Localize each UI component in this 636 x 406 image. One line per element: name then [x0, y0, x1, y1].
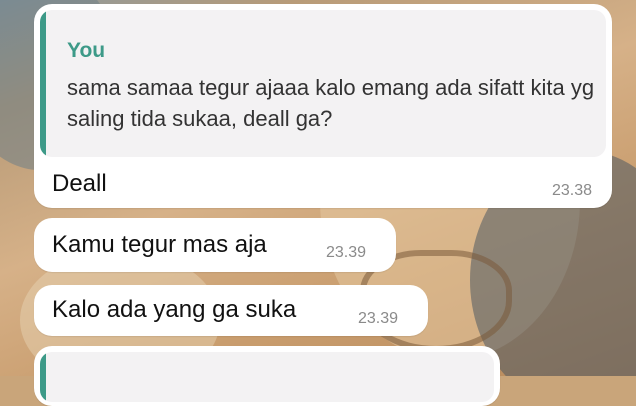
message-text: Kalo ada yang ga suka	[52, 296, 297, 323]
quoted-text: sama samaa tegur ajaaa kalo emang ada si…	[67, 75, 595, 131]
message-timestamp: 23.39	[358, 310, 399, 327]
message-bubble-kamu-tegur[interactable]: Kamu tegur mas aja 23.39	[34, 218, 396, 272]
quoted-author: You	[67, 39, 106, 62]
message-bubble-kalo-ada[interactable]: Kalo ada yang ga suka 23.39	[34, 285, 428, 336]
quoted-reply[interactable]: You sama samaa tegur ajaaa kalo emang ad…	[40, 10, 606, 157]
message-bubble-partial[interactable]	[34, 346, 500, 406]
message-timestamp: 23.38	[551, 182, 592, 199]
quote-accent-bar	[40, 352, 46, 402]
message-bubble-deall[interactable]: You sama samaa tegur ajaaa kalo emang ad…	[34, 4, 612, 208]
quoted-reply[interactable]	[40, 352, 494, 402]
message-timestamp: 23.39	[326, 244, 367, 261]
quote-accent-bar	[40, 10, 46, 157]
message-text: Kamu tegur mas aja	[52, 231, 267, 258]
message-text: Deall	[52, 170, 107, 197]
